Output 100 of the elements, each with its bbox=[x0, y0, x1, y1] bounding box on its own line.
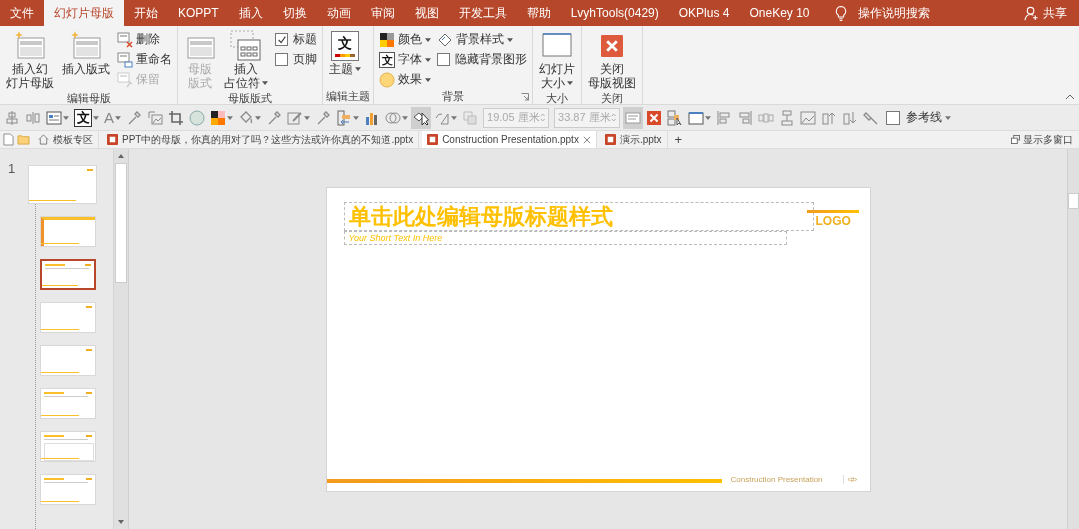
person-icon bbox=[1024, 5, 1039, 21]
windows-icon bbox=[1011, 135, 1020, 144]
document-tab[interactable]: PPT中的母版，你真的用对了吗？这些方法或许你真的不知道.pptx bbox=[102, 131, 420, 148]
menu-tab[interactable]: 插入 bbox=[228, 0, 273, 26]
folder-icon[interactable] bbox=[17, 134, 30, 145]
ribbon-button[interactable]: 插入版式 bbox=[59, 28, 113, 91]
toolbar-button[interactable] bbox=[411, 106, 431, 129]
logo-bar bbox=[806, 209, 859, 213]
logo-text: LOGO bbox=[815, 213, 851, 228]
background-style-icon bbox=[437, 31, 453, 48]
picture-icon bbox=[147, 109, 163, 126]
menu-tab[interactable]: OKPlus 4 bbox=[668, 0, 740, 26]
ribbon-button[interactable]: 效果 bbox=[377, 70, 433, 89]
eyedropper-icon bbox=[266, 109, 282, 126]
menu-tab[interactable]: KOPPT bbox=[168, 0, 229, 26]
caret-icon bbox=[262, 81, 268, 85]
align-icon bbox=[4, 109, 20, 126]
presentation-file-icon bbox=[427, 134, 439, 145]
format-painter-icon bbox=[667, 109, 683, 126]
group-label: 背景 bbox=[442, 89, 464, 104]
font-color-icon: A bbox=[104, 109, 114, 126]
paint-bucket-icon bbox=[238, 109, 254, 126]
group-label: 关闭 bbox=[601, 91, 623, 104]
eyedropper-icon bbox=[315, 109, 331, 126]
menu-tab[interactable]: 切换 bbox=[272, 0, 317, 26]
lightbulb-icon bbox=[833, 4, 848, 22]
ribbon-button[interactable]: 幻灯片 大小 bbox=[536, 28, 578, 91]
menu-tab[interactable]: 视图 bbox=[404, 0, 449, 26]
ribbon-button[interactable]: 关闭 母版视图 bbox=[585, 28, 639, 91]
close-icon bbox=[601, 34, 623, 57]
text-box-icon bbox=[625, 109, 641, 126]
multi-window-button[interactable]: 显示多窗口 bbox=[1023, 132, 1073, 147]
close-icon[interactable] bbox=[582, 135, 591, 144]
menu-tab[interactable]: LvyhTools(0429) bbox=[560, 0, 669, 26]
caret-icon bbox=[705, 115, 711, 120]
text-direction-icon: 文 bbox=[74, 108, 92, 127]
checkbox[interactable]: 标题 bbox=[273, 30, 319, 49]
ribbon-button[interactable]: 重命名 bbox=[115, 50, 174, 69]
dialog-launcher-icon[interactable] bbox=[521, 93, 529, 101]
menu-tab[interactable]: 帮助 bbox=[516, 0, 561, 26]
checkmark-icon bbox=[276, 34, 287, 45]
menu-tab[interactable]: 开始 bbox=[124, 0, 168, 26]
caret-icon bbox=[567, 81, 573, 85]
caret-icon bbox=[507, 37, 513, 42]
ribbon-button[interactable]: 颜色 bbox=[377, 30, 433, 49]
text-box-icon bbox=[46, 109, 62, 126]
caret-icon bbox=[945, 115, 951, 120]
ribbon-button[interactable]: 插入 占位符 bbox=[221, 28, 271, 91]
ribbon-button[interactable]: 文 主题 bbox=[326, 28, 364, 89]
slide-thumbnail[interactable] bbox=[40, 259, 96, 290]
group-label: 编辑主题 bbox=[326, 89, 370, 104]
group-icon bbox=[462, 109, 478, 126]
group-label: 编辑母版 bbox=[66, 91, 111, 104]
ribbon-button[interactable]: 文 字体 bbox=[377, 50, 433, 69]
collapse-ribbon-icon[interactable] bbox=[1065, 94, 1075, 100]
delete-icon bbox=[646, 109, 662, 126]
document-tab[interactable]: Construction Presentation.pptx bbox=[422, 131, 597, 148]
share-button[interactable]: 共享 bbox=[1043, 4, 1067, 22]
scrollbar-thumb[interactable] bbox=[1068, 193, 1079, 209]
caret-icon bbox=[425, 37, 431, 42]
caret-icon bbox=[304, 115, 310, 120]
spinner-arrows-icon[interactable] bbox=[610, 111, 616, 124]
effects-icon bbox=[379, 71, 395, 88]
delete-layout-icon bbox=[117, 31, 133, 48]
new-file-icon[interactable] bbox=[3, 133, 14, 146]
ribbon-button[interactable]: 删除 bbox=[115, 30, 174, 49]
spinner-arrows-icon[interactable] bbox=[539, 111, 545, 124]
caret-icon bbox=[402, 115, 408, 120]
theme-icon: 文 bbox=[331, 30, 359, 61]
menu-tab[interactable]: 开发工具 bbox=[448, 0, 517, 26]
tell-me-search[interactable]: 操作说明搜索 bbox=[857, 4, 930, 22]
scrollbar-thumb[interactable] bbox=[115, 163, 127, 283]
menu-tab[interactable]: 幻灯片母版 bbox=[44, 0, 124, 26]
picture-icon bbox=[800, 109, 816, 126]
menu-tab[interactable]: 动画 bbox=[316, 0, 361, 26]
page-number: ‹#› bbox=[842, 474, 858, 484]
caret-icon bbox=[355, 67, 361, 71]
checkbox[interactable]: 隐藏背景图形 bbox=[435, 50, 529, 69]
align-right-icon bbox=[737, 109, 753, 126]
presentation-file-icon bbox=[604, 134, 616, 145]
caret-icon bbox=[115, 115, 121, 120]
slide-thumbnail[interactable] bbox=[40, 216, 96, 247]
checkbox[interactable]: 参考线 bbox=[886, 109, 942, 126]
intersect-icon bbox=[385, 109, 401, 126]
group-label: 母版版式 bbox=[228, 91, 272, 104]
group-label: 大小 bbox=[546, 91, 568, 104]
new-tab-button[interactable]: + bbox=[670, 132, 687, 147]
pencil-icon bbox=[287, 109, 303, 126]
toolbar-button[interactable]: 文 bbox=[72, 106, 101, 129]
document-tab[interactable]: 模板专区 bbox=[33, 131, 99, 148]
ribbon-button[interactable]: 背景样式 bbox=[435, 30, 529, 49]
caret-icon bbox=[425, 57, 431, 62]
checkbox[interactable]: 页脚 bbox=[273, 50, 319, 69]
footer-text: Construction Presentation bbox=[730, 474, 823, 484]
document-tab[interactable]: 演示.pptx bbox=[599, 131, 668, 148]
ribbon-button[interactable]: 插入幻 灯片母版 bbox=[3, 28, 57, 91]
menu-tab[interactable]: OneKey 10 bbox=[739, 0, 820, 26]
caret-icon bbox=[353, 115, 359, 120]
menu-tab[interactable]: 审阅 bbox=[360, 0, 405, 26]
menu-tab[interactable]: 文件 bbox=[0, 0, 44, 26]
